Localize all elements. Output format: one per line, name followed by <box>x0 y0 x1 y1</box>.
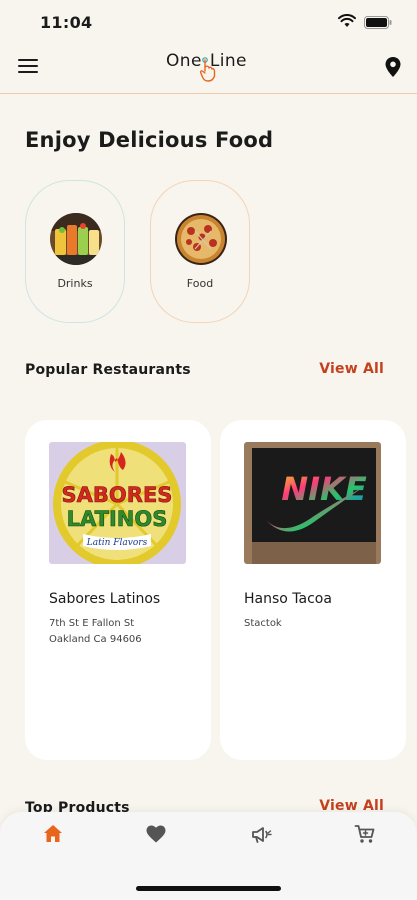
tap-hand-icon <box>199 57 216 82</box>
hanso-tacoa-image: NIKE <box>244 442 381 564</box>
nike-text: NIKE <box>281 470 366 508</box>
restaurant-address-line1: Stactok <box>244 618 282 629</box>
restaurant-card-sabores-latinos[interactable]: SABORES LATINOS Latin Flavors Sabores La… <box>25 420 211 760</box>
megaphone-icon[interactable] <box>249 822 273 846</box>
logo-text-sabores: SABORES <box>62 483 173 507</box>
location-pin-icon[interactable] <box>385 57 401 77</box>
pizza-image <box>175 213 227 265</box>
status-bar: 11:04 <box>0 0 417 44</box>
category-food[interactable]: Food <box>150 180 250 323</box>
hamburger-menu-icon[interactable] <box>18 59 38 75</box>
page-title: Enjoy Delicious Food <box>25 128 274 152</box>
drinks-image <box>50 213 102 265</box>
restaurant-address-line1: 7th St E Fallon St <box>49 618 135 629</box>
logo-text-latinos: LATINOS <box>67 507 168 531</box>
sabores-latinos-logo-image: SABORES LATINOS Latin Flavors <box>49 442 186 564</box>
restaurant-name: Sabores Latinos <box>49 591 161 607</box>
category-drinks[interactable]: Drinks <box>25 180 125 323</box>
restaurant-name: Hanso Tacoa <box>244 591 332 607</box>
category-label-food: Food <box>186 277 214 290</box>
cart-icon[interactable] <box>353 822 377 846</box>
category-label-drinks: Drinks <box>57 277 93 290</box>
restaurant-address-line2: Oakland Ca 94606 <box>49 634 142 645</box>
logo-part1: One <box>166 51 202 71</box>
restaurant-card-hanso-tacoa[interactable]: NIKE Hanso Tacoa Stactok <box>220 420 406 760</box>
app-logo: One Line <box>160 47 260 89</box>
home-icon[interactable] <box>41 822 65 846</box>
restaurant-address: Stactok <box>244 616 282 632</box>
popular-restaurants-title: Popular Restaurants <box>25 362 191 378</box>
wifi-icon <box>338 14 356 27</box>
view-all-restaurants-link[interactable]: View All <box>319 361 384 377</box>
heart-icon[interactable] <box>144 822 168 846</box>
restaurant-address: 7th St E Fallon St Oakland Ca 94606 <box>49 616 142 648</box>
app-header: One Line <box>0 44 417 94</box>
battery-icon <box>364 16 392 29</box>
logo-tagline: Latin Flavors <box>86 538 148 548</box>
status-time: 11:04 <box>40 13 93 32</box>
home-indicator <box>136 886 281 891</box>
